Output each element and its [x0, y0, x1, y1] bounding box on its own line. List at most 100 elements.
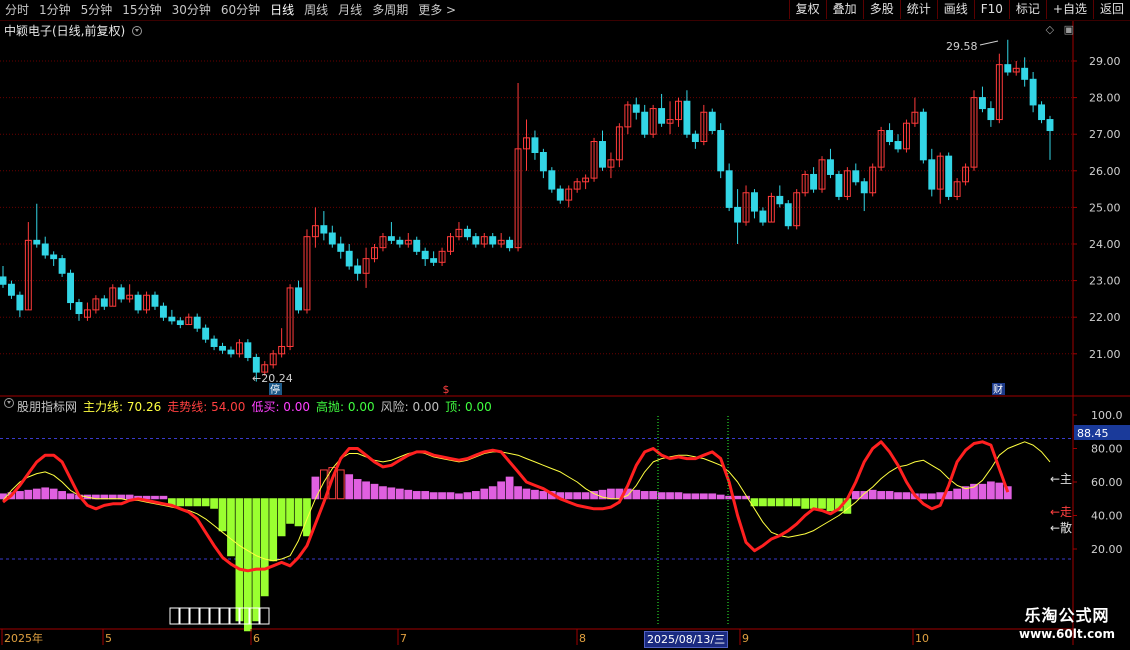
indicator-name[interactable]: 股朋指标网 [17, 398, 77, 415]
ind-bar [252, 498, 261, 622]
ind-bar [581, 492, 590, 500]
toolbar-button-8[interactable]: 返回 [1092, 0, 1130, 19]
candle-body [168, 316, 176, 322]
candle [354, 258, 362, 281]
tab-period-4[interactable]: 30分钟 [167, 0, 216, 20]
candle [767, 192, 775, 223]
price-tick-label: 27.00 [1089, 128, 1121, 141]
candle [978, 86, 986, 113]
candle [83, 302, 91, 321]
candle [202, 324, 210, 343]
candle [953, 178, 961, 201]
candle-body [978, 97, 986, 110]
tab-period-7[interactable]: 周线 [299, 0, 333, 20]
ind-bar [438, 492, 446, 500]
toolbar-button-0[interactable]: 复权 [788, 0, 826, 19]
candle-body [691, 133, 699, 143]
candle [624, 101, 632, 135]
candle [396, 236, 404, 248]
tab-period-1[interactable]: 1分钟 [34, 0, 76, 20]
candle-body [75, 302, 83, 315]
price-tick-label: 28.00 [1089, 92, 1121, 105]
candle-body [599, 141, 606, 168]
ind-tick-label: 100.0 [1091, 409, 1123, 422]
candle [404, 233, 412, 248]
candle [109, 284, 117, 307]
toolbar-button-6[interactable]: 标记 [1008, 0, 1046, 19]
candle [987, 101, 995, 127]
candle [970, 90, 978, 171]
tab-period-10[interactable]: 更多 > [413, 0, 461, 20]
candle [1021, 57, 1029, 87]
tab-period-0[interactable]: 分时 [0, 0, 34, 20]
ind-bar [497, 481, 506, 500]
chevron-down-icon[interactable] [132, 26, 143, 36]
candle [919, 108, 927, 164]
tab-period-6[interactable]: 日线 [265, 0, 299, 20]
candle [134, 291, 142, 314]
ind-bar [421, 491, 430, 500]
tab-period-5[interactable]: 60分钟 [216, 0, 265, 20]
tab-period-8[interactable]: 月线 [333, 0, 367, 20]
toolbar-button-1[interactable]: 叠加 [825, 0, 863, 19]
candle [1012, 61, 1020, 76]
candle [143, 291, 150, 314]
toolbar-button-3[interactable]: 统计 [899, 0, 937, 19]
stock-title[interactable]: 中颖电子(日线,前复权) [4, 22, 145, 39]
tab-period-2[interactable]: 5分钟 [76, 0, 118, 20]
cai-badge-text: 财 [993, 383, 1003, 396]
candle [278, 328, 286, 358]
ind-bar [683, 493, 691, 500]
candle [41, 236, 49, 259]
ind-bar [429, 492, 438, 500]
ind-bar [649, 491, 658, 500]
candle-body [421, 250, 429, 260]
ind-bar [995, 482, 1004, 500]
candle-body [50, 254, 58, 260]
candle-body [506, 239, 514, 249]
indicator-title: 股朋指标网 主力线: 70.26 走势线: 54.00 低买: 0.00 高抛: 0.… [4, 398, 498, 415]
kline-chart[interactable]: 29.00 28.00 27.00 26.00 25.00 24.00 23.00 22.00… [0, 0, 1130, 650]
indicator-value-5: 顶: 0.00 [445, 400, 492, 414]
ind-bar [201, 498, 210, 507]
candle-body [0, 276, 7, 285]
toolbar-button-7[interactable]: +自选 [1045, 0, 1093, 19]
candle [886, 123, 894, 146]
candle [531, 130, 539, 160]
candle [573, 178, 581, 193]
ind-bar [868, 489, 877, 500]
stock-title-text: 中颖电子(日线,前复权) [4, 24, 126, 38]
trend-line [2, 440, 1010, 573]
candle [371, 244, 378, 263]
candle-body [945, 155, 953, 197]
ind-bar [379, 486, 387, 500]
candle [759, 207, 767, 226]
price-tick-label: 22.00 [1089, 311, 1121, 324]
candle-body [1038, 104, 1046, 121]
period-toolbar: 分时 1分钟 5分钟 15分钟 30分钟 60分钟 日线 周线 月线 多周期 更多 > 复权 叠加 多股… [0, 0, 1130, 21]
candle-body [354, 265, 362, 274]
candle [691, 130, 699, 149]
tab-period-9[interactable]: 多周期 [367, 0, 413, 20]
toolbar-button-4[interactable]: 画线 [936, 0, 974, 19]
window-icon[interactable]: ▣ [1064, 23, 1074, 36]
ind-bar [142, 495, 151, 500]
candle-body [396, 239, 404, 245]
candle [413, 236, 421, 255]
bottom-box [259, 607, 270, 625]
candle [801, 170, 809, 197]
ind-bar [404, 489, 413, 500]
chevron-down-icon[interactable] [4, 398, 14, 408]
candle-body [734, 206, 742, 223]
candle [818, 156, 826, 193]
toolbar-button-5[interactable]: F10 [973, 0, 1009, 19]
ind-bar [607, 488, 615, 500]
ind-bar [564, 492, 573, 500]
toolbar-button-2[interactable]: 多股 [862, 0, 900, 19]
candle [725, 163, 733, 212]
candle-body [100, 298, 108, 307]
candle [995, 53, 1003, 124]
tab-period-3[interactable]: 15分钟 [117, 0, 166, 20]
ind-bar [826, 498, 835, 512]
diamond-icon[interactable]: ◇ [1046, 23, 1054, 36]
